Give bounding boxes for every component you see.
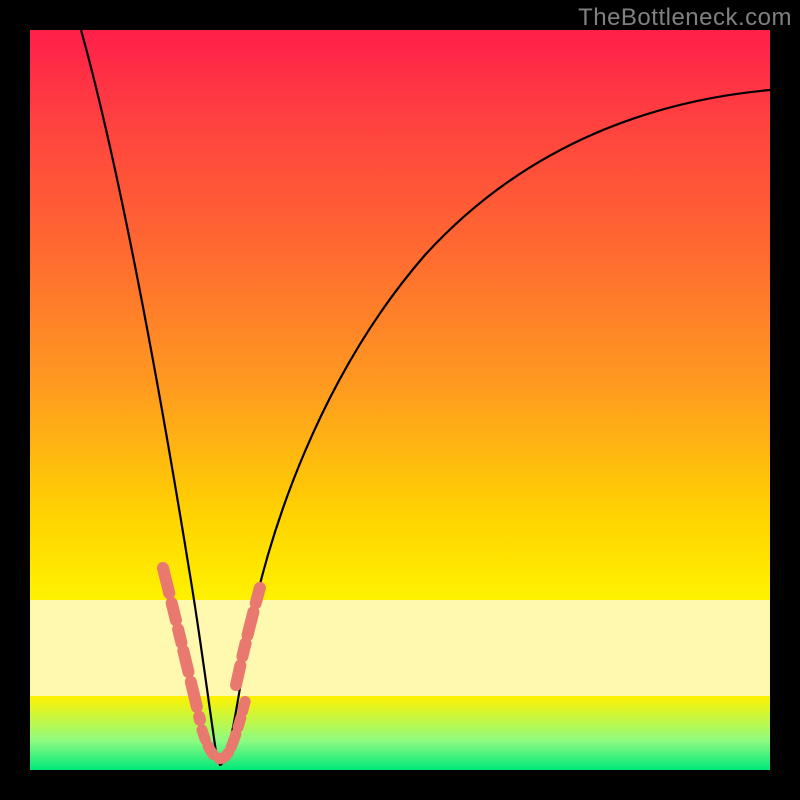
left-descent-markers bbox=[163, 568, 200, 720]
right-ascent-markers bbox=[236, 540, 274, 685]
watermark-text: TheBottleneck.com bbox=[578, 4, 792, 32]
chart-frame: TheBottleneck.com bbox=[0, 0, 800, 800]
plot-area bbox=[30, 30, 770, 770]
curve-layer bbox=[30, 30, 770, 770]
